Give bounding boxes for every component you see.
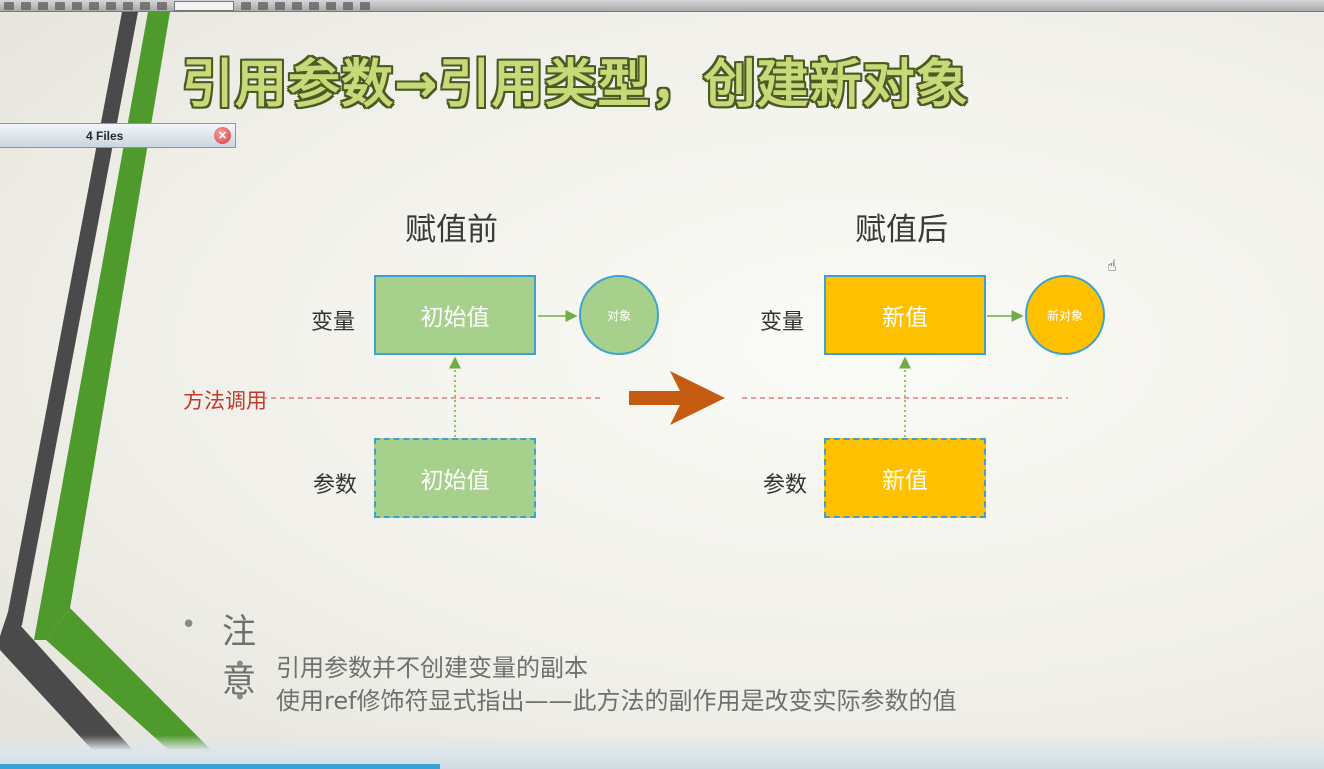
after-param-box: 新值 bbox=[824, 438, 986, 518]
after-heading: 赋值后 bbox=[855, 212, 948, 248]
after-object-circle: 新对象 bbox=[1025, 275, 1105, 355]
toolbar-button[interactable] bbox=[343, 1, 353, 10]
toolbar-button[interactable] bbox=[292, 1, 302, 10]
note-item: 引用参数并不创建变量的副本 bbox=[276, 654, 588, 682]
before-variable-label: 变量 bbox=[311, 310, 356, 335]
hand-cursor-icon: ☝ bbox=[1107, 256, 1117, 275]
toolbar-button[interactable] bbox=[309, 1, 319, 10]
slide-title: 引用参数→引用类型，创建新对象 bbox=[182, 55, 969, 115]
toolbar-button[interactable] bbox=[360, 1, 370, 10]
method-call-label: 方法调用 bbox=[183, 389, 267, 413]
transition-arrow-icon bbox=[629, 371, 725, 425]
before-object-circle: 对象 bbox=[579, 275, 659, 355]
before-heading: 赋值前 bbox=[405, 212, 498, 248]
files-count-label: 4 Files bbox=[86, 129, 124, 143]
before-param-box: 初始值 bbox=[374, 438, 536, 518]
before-variable-box: 初始值 bbox=[374, 275, 536, 355]
bullet-icon: • bbox=[234, 685, 246, 709]
bullet-icon: • bbox=[181, 610, 197, 640]
before-param-label: 参数 bbox=[313, 473, 358, 498]
files-panel-tab[interactable]: 4 Files × bbox=[0, 123, 236, 148]
toolbar-button[interactable] bbox=[326, 1, 336, 10]
bullet-icon: • bbox=[234, 652, 246, 676]
note-item: 使用ref修饰符显式指出——此方法的副作用是改变实际参数的值 bbox=[276, 687, 957, 715]
toolbar-button[interactable] bbox=[275, 1, 285, 10]
after-variable-label: 变量 bbox=[760, 310, 805, 335]
after-param-label: 参数 bbox=[763, 473, 808, 498]
after-variable-box: 新值 bbox=[824, 275, 986, 355]
close-icon[interactable]: × bbox=[214, 127, 231, 144]
progress-strip bbox=[0, 764, 440, 769]
